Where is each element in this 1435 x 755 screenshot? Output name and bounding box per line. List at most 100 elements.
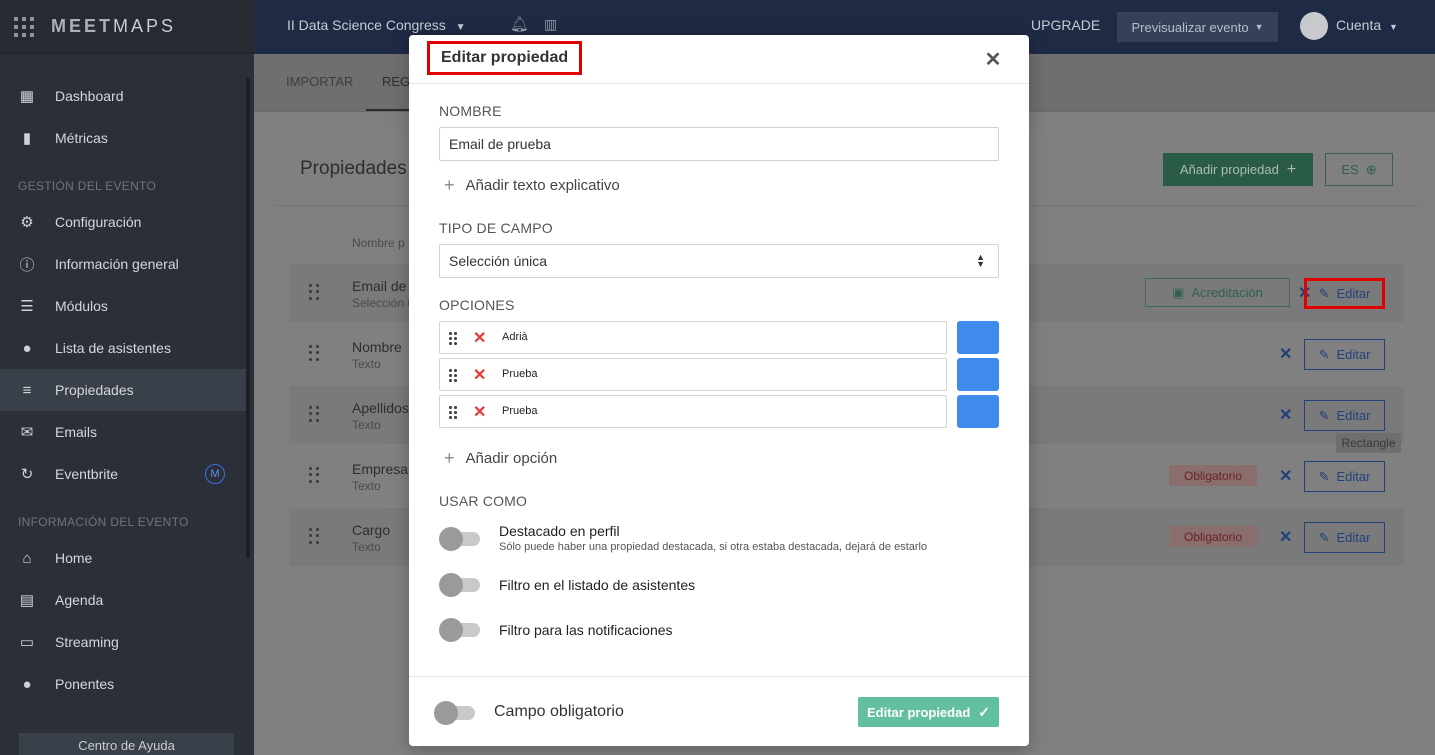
sidebar-item-eventbrite[interactable]: ↻ Eventbrite M	[0, 453, 246, 495]
delete-option-icon[interactable]: ✕	[473, 365, 486, 385]
sidebar-item-label: Emails	[55, 424, 98, 440]
account-menu[interactable]: Cuenta ▼	[1336, 17, 1398, 33]
add-option-label: Añadir opción	[465, 450, 558, 467]
accreditation-label: Acreditación	[1191, 285, 1263, 300]
option-row: ✕ Prueba	[439, 395, 947, 428]
microphone-icon: ●	[22, 675, 32, 693]
column-header-name: Nombre p	[352, 236, 405, 250]
drag-handle-icon[interactable]	[449, 406, 457, 419]
sidebar-item-label: Eventbrite	[55, 466, 119, 482]
save-property-label: Editar propiedad	[866, 704, 971, 720]
select-arrows-icon: ▲ ▼	[976, 252, 985, 269]
option-text[interactable]: Prueba	[502, 368, 537, 380]
preview-event-button[interactable]: Previsualizar evento ▼	[1117, 12, 1278, 42]
drag-handle-icon[interactable]	[449, 369, 457, 382]
sidebar-item-home[interactable]: ⌂ Home	[0, 537, 246, 579]
upgrade-link[interactable]: UPGRADE	[1031, 17, 1100, 33]
bar-chart-icon: ▮	[22, 130, 32, 147]
option-color-swatch[interactable]	[957, 358, 999, 391]
sidebar-item-label: Módulos	[55, 298, 108, 314]
drag-handle-icon[interactable]	[449, 332, 457, 345]
event-selector[interactable]: II Data Science Congress ▼	[287, 17, 466, 33]
edit-button[interactable]: ✎ Editar	[1304, 461, 1385, 492]
edit-button[interactable]: ✎ Editar	[1304, 400, 1385, 431]
language-label: ES	[1341, 162, 1359, 177]
delete-icon[interactable]: ✕	[1279, 527, 1292, 547]
sidebar-item-ponentes[interactable]: ● Ponentes	[0, 663, 246, 705]
edit-button[interactable]: ✎ Editar	[1304, 522, 1385, 553]
sidebar-item-dashboard[interactable]: ▦ Dashboard	[0, 75, 246, 117]
chevron-down-icon: ▼	[455, 22, 466, 33]
language-button[interactable]: ES ⊕	[1325, 153, 1393, 186]
delete-icon[interactable]: ✕	[1279, 344, 1292, 364]
row-name: Empresa	[352, 461, 409, 477]
add-property-button[interactable]: Añadir propiedad +	[1163, 153, 1313, 186]
apps-grid-icon[interactable]	[14, 16, 34, 37]
row-type: Texto	[352, 540, 381, 554]
edit-label: Editar	[1336, 469, 1371, 484]
list-icon: ≡	[22, 381, 32, 399]
option-row: ✕ Adrià	[439, 321, 947, 354]
drag-handle-icon[interactable]	[309, 528, 319, 544]
delete-option-icon[interactable]: ✕	[473, 402, 486, 422]
sidebar-item-label: Información general	[55, 256, 179, 272]
help-center-button[interactable]: Centro de Ayuda	[19, 733, 234, 755]
sidebar-scrollbar[interactable]	[246, 78, 250, 558]
tooltip: Rectangle	[1336, 433, 1401, 453]
edit-button[interactable]: ✎ Editar	[1304, 339, 1385, 370]
sidebar-section-info: INFORMACIÓN DEL EVENTO	[18, 515, 189, 529]
toggle-required-field[interactable]	[434, 701, 475, 725]
delete-icon[interactable]: ✕	[1279, 405, 1292, 425]
sidebar-item-metricas[interactable]: ▮ Métricas	[0, 117, 246, 159]
option-color-swatch[interactable]	[957, 395, 999, 428]
bell-icon[interactable]: 🔔︎	[510, 15, 529, 33]
sidebar-item-emails[interactable]: ✉ Emails	[0, 411, 246, 453]
accreditation-badge[interactable]: ▣ Acreditación	[1145, 278, 1290, 307]
toggle-notification-filter[interactable]	[439, 618, 480, 642]
calendar-icon: ▤	[19, 592, 35, 609]
close-icon[interactable]: ✕	[983, 47, 1003, 71]
drag-handle-icon[interactable]	[309, 406, 319, 422]
stats-icon[interactable]: ▥	[544, 16, 557, 33]
option-row: ✕ Prueba	[439, 358, 947, 391]
edit-button[interactable]: ✎ Editar	[1304, 278, 1385, 309]
tab-importar[interactable]: IMPORTAR	[286, 74, 353, 89]
sidebar-item-label: Lista de asistentes	[55, 340, 171, 356]
sidebar-item-propiedades[interactable]: ≡ Propiedades	[0, 369, 246, 411]
row-name: Nombre	[352, 339, 402, 355]
info-icon: ⓘ	[19, 256, 35, 274]
sidebar-item-streaming[interactable]: ▭ Streaming	[0, 621, 246, 663]
field-type-select[interactable]: Selección única ▲ ▼	[439, 244, 999, 278]
page-title: Propiedades	[300, 158, 407, 179]
modal-title-highlight: Editar propiedad	[427, 41, 583, 75]
required-badge: Obligatorio	[1169, 465, 1257, 486]
add-help-text-link[interactable]: + Añadir texto explicativo	[444, 175, 620, 196]
option-color-swatch[interactable]	[957, 321, 999, 354]
sidebar-item-informacion-general[interactable]: ⓘ Información general	[0, 243, 246, 285]
row-name: Apellidos	[352, 400, 409, 416]
drag-handle-icon[interactable]	[309, 345, 319, 361]
name-input[interactable]: Email de prueba	[439, 127, 999, 161]
delete-icon[interactable]: ✕	[1279, 466, 1292, 486]
sidebar-item-agenda[interactable]: ▤ Agenda	[0, 579, 246, 621]
option-text[interactable]: Prueba	[502, 405, 537, 417]
sidebar-section-event: GESTIÓN DEL EVENTO	[18, 179, 157, 193]
toggle-highlight-profile[interactable]	[439, 527, 480, 551]
avatar[interactable]	[1300, 12, 1328, 40]
sidebar-item-modulos[interactable]: ☰ Módulos	[0, 285, 246, 327]
globe-icon: ⊕	[1365, 161, 1377, 177]
delete-option-icon[interactable]: ✕	[473, 328, 486, 348]
add-option-link[interactable]: + Añadir opción	[444, 448, 557, 469]
sidebar-item-lista-asistentes[interactable]: ● Lista de asistentes	[0, 327, 246, 369]
drag-handle-icon[interactable]	[309, 284, 319, 300]
refresh-icon: ↻	[20, 466, 34, 483]
option-text[interactable]: Adrià	[502, 331, 528, 343]
toggle-attendee-filter[interactable]	[439, 573, 480, 597]
sidebar-item-configuracion[interactable]: ⚙ Configuración	[0, 201, 246, 243]
save-property-button[interactable]: Editar propiedad ✓	[858, 697, 999, 727]
chevron-down-icon: ▼	[1389, 22, 1398, 32]
account-label: Cuenta	[1336, 17, 1382, 33]
brand-logo: MEETMAPS	[51, 16, 177, 36]
sidebar-item-label: Configuración	[55, 214, 142, 230]
drag-handle-icon[interactable]	[309, 467, 319, 483]
